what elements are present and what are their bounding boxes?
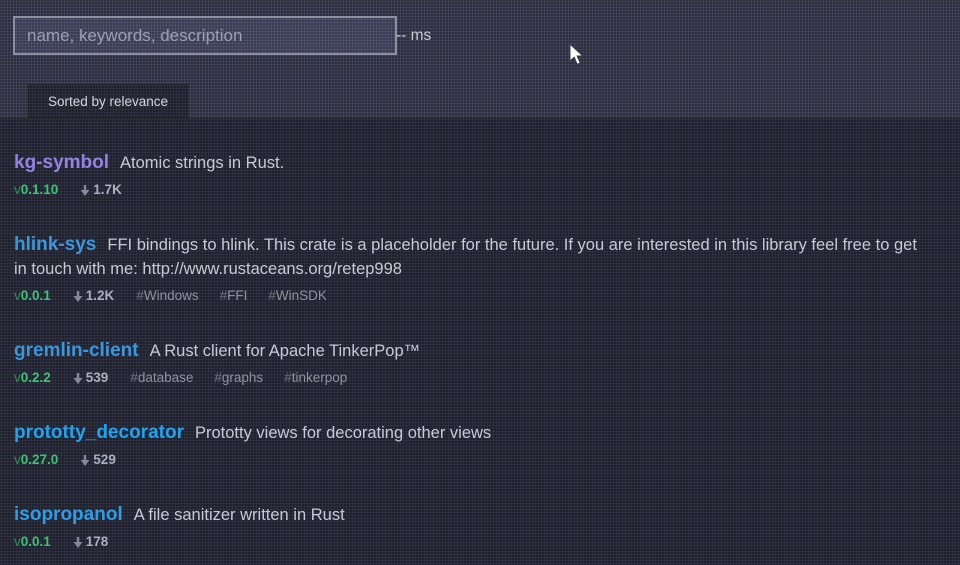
crate-description: FFI bindings to hlink. This crate is a p… xyxy=(14,236,917,278)
crate-head: prototty_decorator Prototty views for dec… xyxy=(14,421,920,445)
crate-name-link[interactable]: kg-symbol xyxy=(14,152,109,173)
keyword-link[interactable]: #tinkerpop xyxy=(284,370,347,385)
keyword-link[interactable]: #Windows xyxy=(136,288,198,303)
crate-name-link[interactable]: gremlin-client xyxy=(14,340,139,361)
download-arrow-icon xyxy=(73,372,83,385)
crate-list-item: gremlin-client A Rust client for Apache T… xyxy=(14,339,920,387)
crate-meta: v0.0.1 1.2K #Windows #FFI #WinSDK xyxy=(14,287,920,305)
crate-version: v0.27.0 xyxy=(14,451,58,469)
search-input[interactable] xyxy=(13,16,397,55)
crate-downloads: 1.7K xyxy=(80,181,122,199)
downloads-count: 529 xyxy=(93,451,116,469)
crate-downloads: 539 xyxy=(73,369,109,387)
downloads-count: 1.2K xyxy=(86,287,115,305)
keyword-link[interactable]: #FFI xyxy=(220,288,248,303)
downloads-count: 539 xyxy=(86,369,109,387)
downloads-count: 1.7K xyxy=(93,181,122,199)
crate-head: kg-symbol Atomic strings in Rust. xyxy=(14,151,920,175)
search-header: -- ms Sorted by relevance xyxy=(0,0,960,118)
tab-sorted-by-relevance[interactable]: Sorted by relevance xyxy=(28,84,188,118)
crate-description: A Rust client for Apache TinkerPop™ xyxy=(150,342,421,360)
crate-name-link[interactable]: isopropanol xyxy=(14,504,123,525)
crate-keywords: #database #graphs #tinkerpop xyxy=(130,369,368,387)
crate-description: Atomic strings in Rust. xyxy=(120,154,284,172)
crate-list-item: isopropanol A file sanitizer written in R… xyxy=(14,503,920,551)
crate-meta: v0.27.0 529 xyxy=(14,451,920,469)
crate-meta: v0.1.10 1.7K xyxy=(14,181,920,199)
crate-description: Prototty views for decorating other view… xyxy=(195,424,491,442)
crate-downloads: 1.2K xyxy=(73,287,115,305)
download-arrow-icon xyxy=(73,290,83,303)
downloads-count: 178 xyxy=(86,533,109,551)
crate-keywords: #Windows #FFI #WinSDK xyxy=(136,287,348,305)
download-arrow-icon xyxy=(80,184,90,197)
crate-list-item: prototty_decorator Prototty views for dec… xyxy=(14,421,920,469)
crate-name-link[interactable]: prototty_decorator xyxy=(14,422,184,443)
keyword-link[interactable]: #database xyxy=(130,370,193,385)
crate-head: gremlin-client A Rust client for Apache T… xyxy=(14,339,920,363)
crate-head: hlink-sysFFI bindings to hlink. This cra… xyxy=(14,233,920,281)
crate-list-item: hlink-sysFFI bindings to hlink. This cra… xyxy=(14,233,920,305)
download-arrow-icon xyxy=(80,454,90,467)
crate-head: isopropanol A file sanitizer written in R… xyxy=(14,503,920,527)
tab-label: Sorted by relevance xyxy=(48,94,168,109)
download-arrow-icon xyxy=(73,536,83,549)
crate-list-item: kg-symbol Atomic strings in Rust. v0.1.10… xyxy=(14,151,920,199)
keyword-link[interactable]: #WinSDK xyxy=(268,288,327,303)
crate-meta: v0.2.2 539 #database #graphs #tinkerpop xyxy=(14,369,920,387)
crate-version: v0.0.1 xyxy=(14,287,51,305)
crate-description: A file sanitizer written in Rust xyxy=(134,506,345,524)
crate-version: v0.0.1 xyxy=(14,533,51,551)
crate-version: v0.2.2 xyxy=(14,369,51,387)
crate-meta: v0.0.1 178 xyxy=(14,533,920,551)
crate-list: kg-symbol Atomic strings in Rust. v0.1.10… xyxy=(14,151,920,551)
keyword-link[interactable]: #graphs xyxy=(214,370,263,385)
search-timing-label: -- ms xyxy=(396,27,431,45)
crate-downloads: 529 xyxy=(80,451,116,469)
crate-downloads: 178 xyxy=(73,533,109,551)
crate-name-link[interactable]: hlink-sys xyxy=(14,234,96,255)
search-results: kg-symbol Atomic strings in Rust. v0.1.10… xyxy=(0,118,960,565)
crate-version: v0.1.10 xyxy=(14,181,58,199)
